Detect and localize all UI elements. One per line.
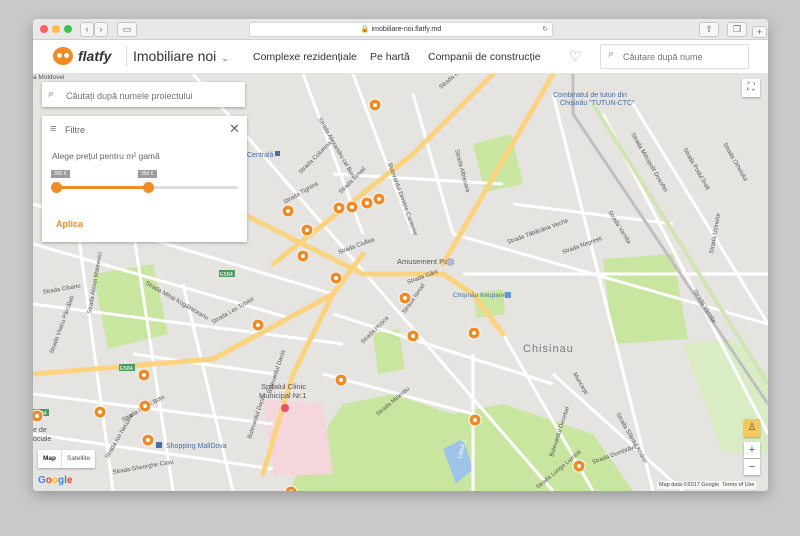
google-logo: Google (38, 475, 73, 486)
chevron-down-icon: ⌄ (221, 53, 229, 63)
road-shield-label: E584 (120, 366, 133, 372)
favorites-heart-icon[interactable]: ♡ (569, 48, 582, 65)
city-label: Chisinau (523, 343, 574, 355)
header-search[interactable]: ⌕ (600, 44, 749, 69)
address-bar[interactable]: 🔒 imobiliare-noi.flatfy.md ↻ (249, 22, 553, 37)
map-type-control: Map Satellite (38, 450, 96, 468)
pin-center-dot (350, 205, 354, 209)
header-search-input[interactable] (621, 49, 745, 65)
max-price-tooltip: 350 € (138, 170, 157, 178)
map-attribution: Map data ©2017 Google Terms of Use (657, 481, 757, 489)
pin-center-dot (577, 464, 581, 468)
brand-name[interactable]: flatfy (78, 48, 111, 64)
price-range-label: Alege prețul pentru m² gamă (52, 151, 160, 161)
pin-center-dot (472, 331, 476, 335)
header-divider (126, 46, 127, 67)
pin-center-dot (334, 276, 338, 280)
share-icon[interactable]: ⇧ (699, 22, 719, 37)
close-window-button[interactable] (40, 25, 48, 33)
pin-center-dot (286, 209, 290, 213)
road-shield-label: E584 (220, 272, 233, 278)
train-station-icon (505, 292, 511, 298)
pin-center-dot (98, 410, 102, 414)
pin-center-dot (339, 378, 343, 382)
pin-center-dot (142, 373, 146, 377)
max-price-handle[interactable] (143, 182, 154, 193)
map-type-map[interactable]: Map (38, 450, 61, 468)
pin-center-dot (301, 254, 305, 258)
forward-button[interactable]: › (94, 22, 108, 37)
price-slider-fill (56, 186, 149, 189)
pin-center-dot (473, 418, 477, 422)
close-icon[interactable]: ✕ (229, 121, 240, 137)
poi-label: Spitalul Clinic (261, 382, 306, 391)
nav-companii[interactable]: Companii de construcție (428, 51, 541, 63)
new-tab-button[interactable]: + (752, 26, 767, 38)
pegman-icon[interactable]: ♙ (744, 419, 760, 437)
map-type-satellite[interactable]: Satellite (61, 450, 95, 468)
min-price-handle[interactable] (51, 182, 62, 193)
site-header: flatfy Imobiliare noi ⌄ Complexe rezidenț… (33, 40, 768, 74)
pin-center-dot (377, 197, 381, 201)
url-text: imobiliare-noi.flatfy.md (371, 26, 442, 33)
pin-center-dot (256, 323, 260, 327)
terms-link[interactable]: Terms of Use (722, 482, 754, 488)
project-search[interactable]: ⌕ (42, 82, 245, 107)
poi-label: Centrală (247, 152, 274, 159)
nav-complexe[interactable]: Complexe rezidențiale (253, 51, 357, 63)
fullscreen-icon[interactable]: ⛶ (742, 79, 760, 97)
browser-window: ‹ › ▭ 🔒 imobiliare-noi.flatfy.md ↻ ⇧ ❐ +… (33, 19, 768, 491)
sidebar-toggle-icon[interactable]: ▭ (117, 22, 137, 37)
pin-center-dot (365, 201, 369, 205)
zoom-in-button[interactable]: + (744, 442, 760, 458)
search-icon: ⌕ (48, 88, 55, 100)
map-view[interactable]: Strada Ismail Strada Ismail Bulevardul D… (33, 74, 768, 491)
apply-button[interactable]: Aplica (56, 219, 83, 229)
back-button[interactable]: ‹ (80, 22, 94, 37)
shopping-icon (156, 442, 162, 448)
owl-logo-icon[interactable] (53, 47, 73, 65)
pin-center-dot (337, 206, 341, 210)
minimize-window-button[interactable] (52, 25, 60, 33)
filters-title: Filtre (65, 125, 85, 135)
poi-label: e de (33, 427, 47, 434)
filter-icon: ≡ (50, 123, 57, 135)
project-search-input[interactable] (64, 88, 243, 103)
section-dropdown[interactable]: Imobiliare noi ⌄ (133, 48, 229, 64)
tabs-icon[interactable]: ❐ (727, 22, 747, 37)
nav-pe-harta[interactable]: Pe hartă (370, 51, 410, 63)
pin-center-dot (411, 334, 415, 338)
amusement-park-icon (446, 258, 454, 266)
pin-center-dot (403, 296, 407, 300)
pin-center-dot (146, 438, 150, 442)
section-title: Imobiliare noi (133, 48, 217, 64)
attribution-text: Map data ©2017 Google (659, 482, 720, 488)
poi-label: Combinatul de tutun din (553, 92, 627, 99)
browser-toolbar: ‹ › ▭ 🔒 imobiliare-noi.flatfy.md ↻ ⇧ ❐ + (33, 19, 768, 40)
poi-icon (275, 151, 280, 156)
filters-panel: ≡ Filtre ✕ Alege prețul pentru m² gamă 3… (42, 116, 247, 242)
min-price-tooltip: 350 € (51, 170, 70, 178)
search-icon: ⌕ (608, 48, 615, 60)
zoom-out-button[interactable]: − (744, 459, 760, 475)
poi-label: Shopping MallDova (166, 443, 227, 450)
hospital-icon (281, 404, 289, 412)
poi-label: Chișinău "TUTUN-CTC" (560, 100, 635, 107)
zoom-window-button[interactable] (64, 25, 72, 33)
pin-center-dot (305, 228, 309, 232)
poi-label: ociale (33, 436, 51, 443)
poi-label: Municipal Nr.1 (259, 391, 307, 400)
pin-center-dot (373, 103, 377, 107)
pin-center-dot (35, 414, 39, 418)
reload-icon[interactable]: ↻ (542, 23, 548, 36)
pin-center-dot (143, 404, 147, 408)
poi-label: a Moldovei (33, 74, 64, 81)
poi-label: Chişinău Keupanee (453, 292, 510, 299)
